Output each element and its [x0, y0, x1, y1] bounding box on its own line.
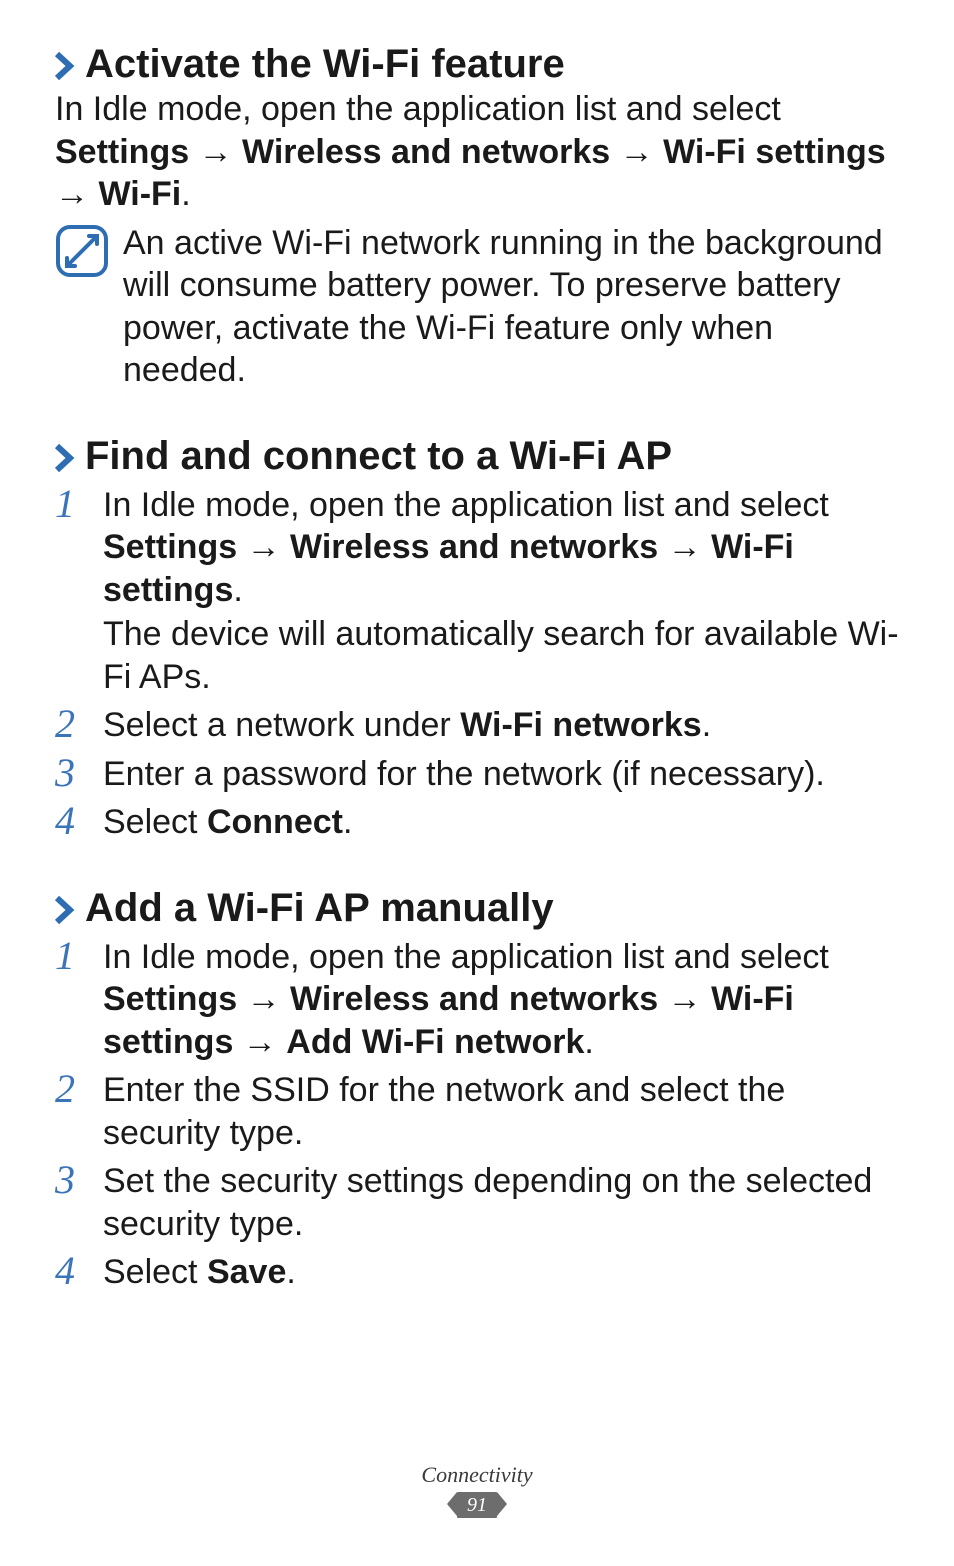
note-text: An active Wi-Fi network running in the b… — [123, 222, 899, 392]
note-icon — [55, 224, 109, 278]
step-text: Select a network under Wi-Fi networks. — [103, 706, 711, 744]
footer-section-label: Connectivity — [0, 1462, 954, 1488]
chevron-right-icon — [55, 51, 75, 81]
list-item: Select a network under Wi-Fi networks. — [55, 704, 899, 747]
heading-text: Add a Wi-Fi AP manually — [85, 886, 554, 930]
steps-list-find-connect: In Idle mode, open the application list … — [55, 484, 899, 844]
step-text: In Idle mode, open the application list … — [103, 938, 829, 1061]
list-item: In Idle mode, open the application list … — [55, 936, 899, 1064]
footer-page-number: 91 — [457, 1492, 497, 1518]
list-item: Enter the SSID for the network and selec… — [55, 1069, 899, 1154]
note-block: An active Wi-Fi network running in the b… — [55, 222, 899, 392]
steps-list-add-manually: In Idle mode, open the application list … — [55, 936, 899, 1294]
list-item: Select Save. — [55, 1251, 899, 1294]
step-text: Set the security settings depending on t… — [103, 1162, 872, 1243]
heading-text: Find and connect to a Wi-Fi AP — [85, 434, 672, 478]
heading-text: Activate the Wi-Fi feature — [85, 42, 565, 86]
list-item: Enter a password for the network (if nec… — [55, 753, 899, 796]
step-text: Enter a password for the network (if nec… — [103, 755, 825, 793]
section-heading-find-connect-ap: Find and connect to a Wi-Fi AP — [55, 434, 899, 478]
chevron-right-icon — [55, 443, 75, 473]
chevron-right-icon — [55, 895, 75, 925]
manual-page: Activate the Wi-Fi feature In Idle mode,… — [0, 0, 954, 1566]
step-text: Select Connect. — [103, 803, 352, 841]
page-footer: Connectivity 91 — [0, 1462, 954, 1518]
step-subtext: The device will automatically search for… — [103, 613, 899, 698]
step-text: Enter the SSID for the network and selec… — [103, 1071, 785, 1152]
list-item: In Idle mode, open the application list … — [55, 484, 899, 699]
section-heading-add-ap-manually: Add a Wi-Fi AP manually — [55, 886, 899, 930]
step-text: In Idle mode, open the application list … — [103, 486, 829, 609]
intro-text: In Idle mode, open the application list … — [55, 88, 899, 216]
step-text: Select Save. — [103, 1253, 296, 1291]
list-item: Set the security settings depending on t… — [55, 1160, 899, 1245]
list-item: Select Connect. — [55, 801, 899, 844]
section-heading-activate-wifi: Activate the Wi-Fi feature — [55, 42, 899, 86]
